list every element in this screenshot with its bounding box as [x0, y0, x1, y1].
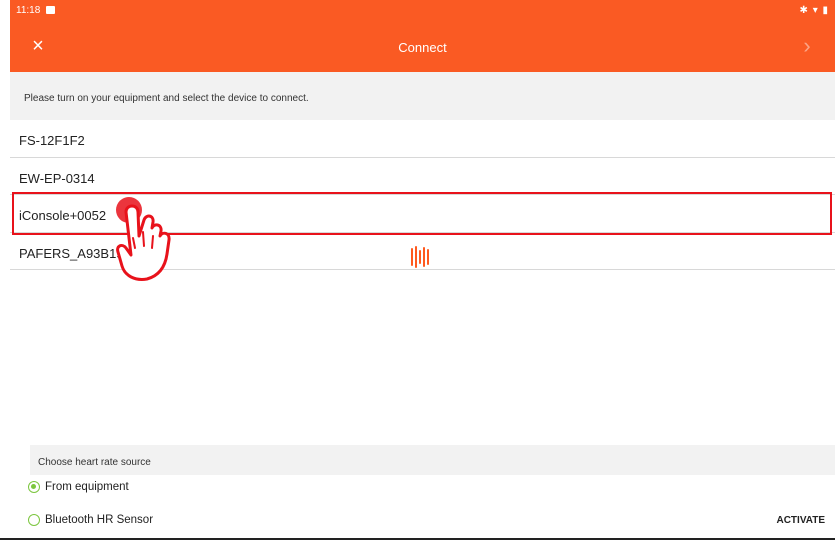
- device-item-iconsole-0052[interactable]: iConsole+0052: [10, 195, 835, 233]
- instruction-text: Please turn on your equipment and select…: [10, 72, 835, 120]
- heart-rate-header: Choose heart rate source: [30, 445, 835, 475]
- device-item-fs-12f1f2[interactable]: FS-12F1F2: [10, 120, 835, 158]
- next-button[interactable]: ›: [797, 35, 817, 57]
- radio-from-equipment[interactable]: From equipment: [28, 481, 129, 493]
- app-bar: 11:18 ✱ ▾ ▮ × Connect ›: [10, 0, 835, 72]
- page-title: Connect: [398, 40, 447, 55]
- status-icons: ✱ ▾ ▮: [799, 5, 829, 16]
- loading-indicator-icon: [411, 246, 431, 268]
- activate-button[interactable]: ACTIVATE: [776, 515, 825, 526]
- radio-label: Bluetooth HR Sensor: [45, 514, 154, 526]
- image-notification-icon: [46, 6, 56, 14]
- device-name: EW-EP-0314: [19, 170, 95, 186]
- device-item-ew-ep-0314[interactable]: EW-EP-0314: [10, 158, 835, 195]
- radio-unchecked-icon: [28, 514, 40, 526]
- heart-rate-section: Choose heart rate source From equipment …: [10, 440, 835, 540]
- device-name: iConsole+0052: [19, 208, 107, 223]
- status-bar: 11:18: [10, 0, 835, 20]
- device-name: FS-12F1F2: [19, 133, 85, 148]
- radio-label: From equipment: [45, 481, 129, 493]
- radio-bluetooth-hr-sensor[interactable]: Bluetooth HR Sensor: [28, 514, 153, 526]
- radio-checked-icon: [28, 481, 40, 493]
- status-time: 11:18: [16, 4, 41, 16]
- device-name: PAFERS_A93B19: [19, 245, 124, 261]
